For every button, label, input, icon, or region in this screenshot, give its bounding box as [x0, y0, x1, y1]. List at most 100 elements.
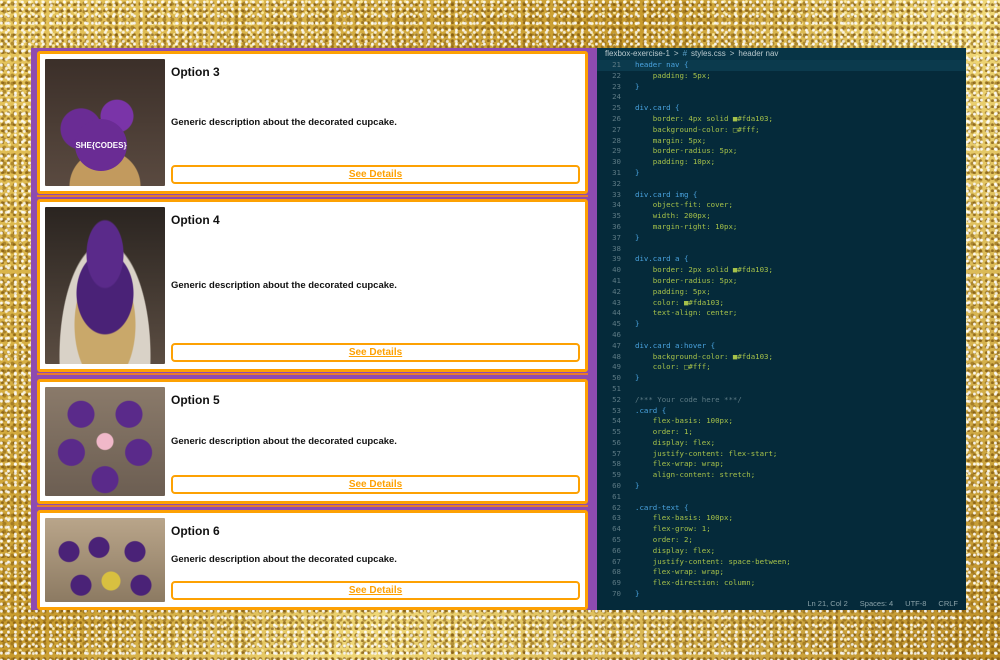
code-line[interactable]: 49 color: □#fff; [597, 362, 966, 373]
code-line[interactable]: 21 header nav { [597, 60, 966, 71]
code-line[interactable]: 32 [597, 179, 966, 190]
line-number: 55 [612, 427, 621, 437]
breadcrumb-file[interactable]: styles.css [691, 48, 726, 60]
code-line[interactable]: 41 border-radius: 5px; [597, 276, 966, 287]
card-description: Generic description about the decorated … [171, 116, 397, 128]
code-line[interactable]: 65 order: 2; [597, 535, 966, 546]
code-text: padding: 10px; [635, 157, 716, 167]
line-number: 39 [612, 254, 621, 264]
code-line[interactable]: 39 div.card a { [597, 254, 966, 265]
breadcrumb-folder[interactable]: flexbox-exercise-1 [605, 48, 670, 60]
code-text: /*** Your code here ***/ [635, 394, 742, 404]
code-line[interactable]: 33 div.card img { [597, 190, 966, 201]
line-number: 57 [612, 448, 621, 458]
code-line[interactable]: 54 flex-basis: 100px; [597, 416, 966, 427]
code-line[interactable]: 50} [597, 373, 966, 384]
code-text: justify-content: space-between; [635, 556, 791, 566]
code-line[interactable]: 35 width: 200px; [597, 211, 966, 222]
code-line[interactable]: 66 display: flex; [597, 546, 966, 557]
code-line[interactable]: 40 border: 2px solid ■#fda103; [597, 265, 966, 276]
code-text: div.card img { [635, 189, 698, 199]
code-text: flex-wrap: wrap; [635, 567, 724, 577]
code-text: flex-basis: 100px; [635, 416, 733, 426]
see-details-link[interactable]: See Details [171, 475, 580, 494]
indentation[interactable]: Spaces: 4 [860, 598, 893, 610]
code-line[interactable]: 61 [597, 492, 966, 503]
code-text: justify-content: flex-start; [635, 448, 778, 458]
code-line[interactable]: 59 align-content: stretch; [597, 470, 966, 481]
code-line[interactable]: 60} [597, 481, 966, 492]
code-line[interactable]: 27 background-color: □#fff; [597, 125, 966, 136]
code-line[interactable]: 38 [597, 244, 966, 255]
code-line[interactable]: 69 flex-direction: column; [597, 578, 966, 589]
code-editor[interactable]: flexbox-exercise-1 > # styles.css > head… [597, 48, 966, 610]
card-option-3: SHE{CODES} Option 3 Generic description … [37, 51, 588, 194]
line-number: 29 [612, 146, 621, 156]
card-image: SHE{CODES} [45, 59, 165, 186]
code-line[interactable]: 22 padding: 5px; [597, 71, 966, 82]
code-line[interactable]: 62 .card-text { [597, 503, 966, 514]
code-line[interactable]: 30 padding: 10px; [597, 157, 966, 168]
code-line[interactable]: 57 justify-content: flex-start; [597, 449, 966, 460]
line-number: 66 [612, 545, 621, 555]
see-details-link[interactable]: See Details [171, 165, 580, 184]
code-line[interactable]: 42 padding: 5px; [597, 287, 966, 298]
code-line[interactable]: 31} [597, 168, 966, 179]
breadcrumb-symbol[interactable]: header nav [738, 48, 778, 60]
line-number: 63 [612, 513, 621, 523]
line-number: 34 [612, 200, 621, 210]
code-line[interactable]: 45} [597, 319, 966, 330]
editor-breadcrumb: flexbox-exercise-1 > # styles.css > head… [597, 48, 966, 60]
code-line[interactable]: 44 text-align: center; [597, 308, 966, 319]
line-number: 50 [612, 373, 621, 383]
code-line[interactable]: 23} [597, 82, 966, 93]
code-line[interactable]: 34 object-fit: cover; [597, 200, 966, 211]
code-line[interactable]: 68 flex-wrap: wrap; [597, 567, 966, 578]
code-line[interactable]: 26 border: 4px solid ■#fda103; [597, 114, 966, 125]
code-text: width: 200px; [635, 211, 711, 221]
code-line[interactable]: 24 [597, 92, 966, 103]
code-line[interactable]: 53 .card { [597, 406, 966, 417]
code-line[interactable]: 63 flex-basis: 100px; [597, 513, 966, 524]
line-number: 64 [612, 524, 621, 534]
editor-code-area[interactable]: 21 header nav {22 padding: 5px; 23} 24 25 div… [597, 60, 966, 598]
code-line[interactable]: 52 /*** Your code here ***/ [597, 395, 966, 406]
code-line[interactable]: 43 color: ■#fda103; [597, 298, 966, 309]
code-line[interactable]: 64 flex-grow: 1; [597, 524, 966, 535]
see-details-link[interactable]: See Details [171, 343, 580, 362]
breadcrumb-separator: > [673, 49, 679, 58]
line-number: 24 [612, 92, 621, 102]
code-text: display: flex; [635, 545, 716, 555]
code-line[interactable]: 48 background-color: ■#fda103; [597, 352, 966, 363]
card-option-6: Option 6 Generic description about the d… [37, 510, 588, 610]
code-line[interactable]: 29 border-radius: 5px; [597, 146, 966, 157]
code-text: color: ■#fda103; [635, 297, 724, 307]
code-text: flex-grow: 1; [635, 524, 711, 534]
line-ending[interactable]: CRLF [938, 598, 958, 610]
code-line[interactable]: 25 div.card { [597, 103, 966, 114]
code-line[interactable]: 55 order: 1; [597, 427, 966, 438]
code-line[interactable]: 47 div.card a:hover { [597, 341, 966, 352]
line-number: 52 [612, 394, 621, 404]
code-line[interactable]: 56 display: flex; [597, 438, 966, 449]
code-line[interactable]: 37} [597, 233, 966, 244]
code-line[interactable]: 58 flex-wrap: wrap; [597, 459, 966, 470]
card-text: Option 5 Generic description about the d… [171, 387, 580, 496]
code-text: border-radius: 5px; [635, 146, 738, 156]
code-text: } [635, 481, 640, 491]
code-text: .card { [635, 405, 667, 415]
code-text: border: 2px solid ■#fda103; [635, 265, 773, 275]
code-line[interactable]: 70} [597, 589, 966, 598]
code-line[interactable]: 46 [597, 330, 966, 341]
see-details-link[interactable]: See Details [171, 581, 580, 600]
code-line[interactable]: 36 margin-right: 10px; [597, 222, 966, 233]
browser-preview: SHE{CODES} Option 3 Generic description … [31, 48, 597, 610]
cursor-position[interactable]: Ln 21, Col 2 [807, 598, 847, 610]
card-option-5: Option 5 Generic description about the d… [37, 379, 588, 504]
line-number: 59 [612, 470, 621, 480]
code-line[interactable]: 28 margin: 5px; [597, 136, 966, 147]
encoding[interactable]: UTF-8 [905, 598, 926, 610]
breadcrumb-separator: > [729, 49, 735, 58]
code-line[interactable]: 51 [597, 384, 966, 395]
code-line[interactable]: 67 justify-content: space-between; [597, 557, 966, 568]
